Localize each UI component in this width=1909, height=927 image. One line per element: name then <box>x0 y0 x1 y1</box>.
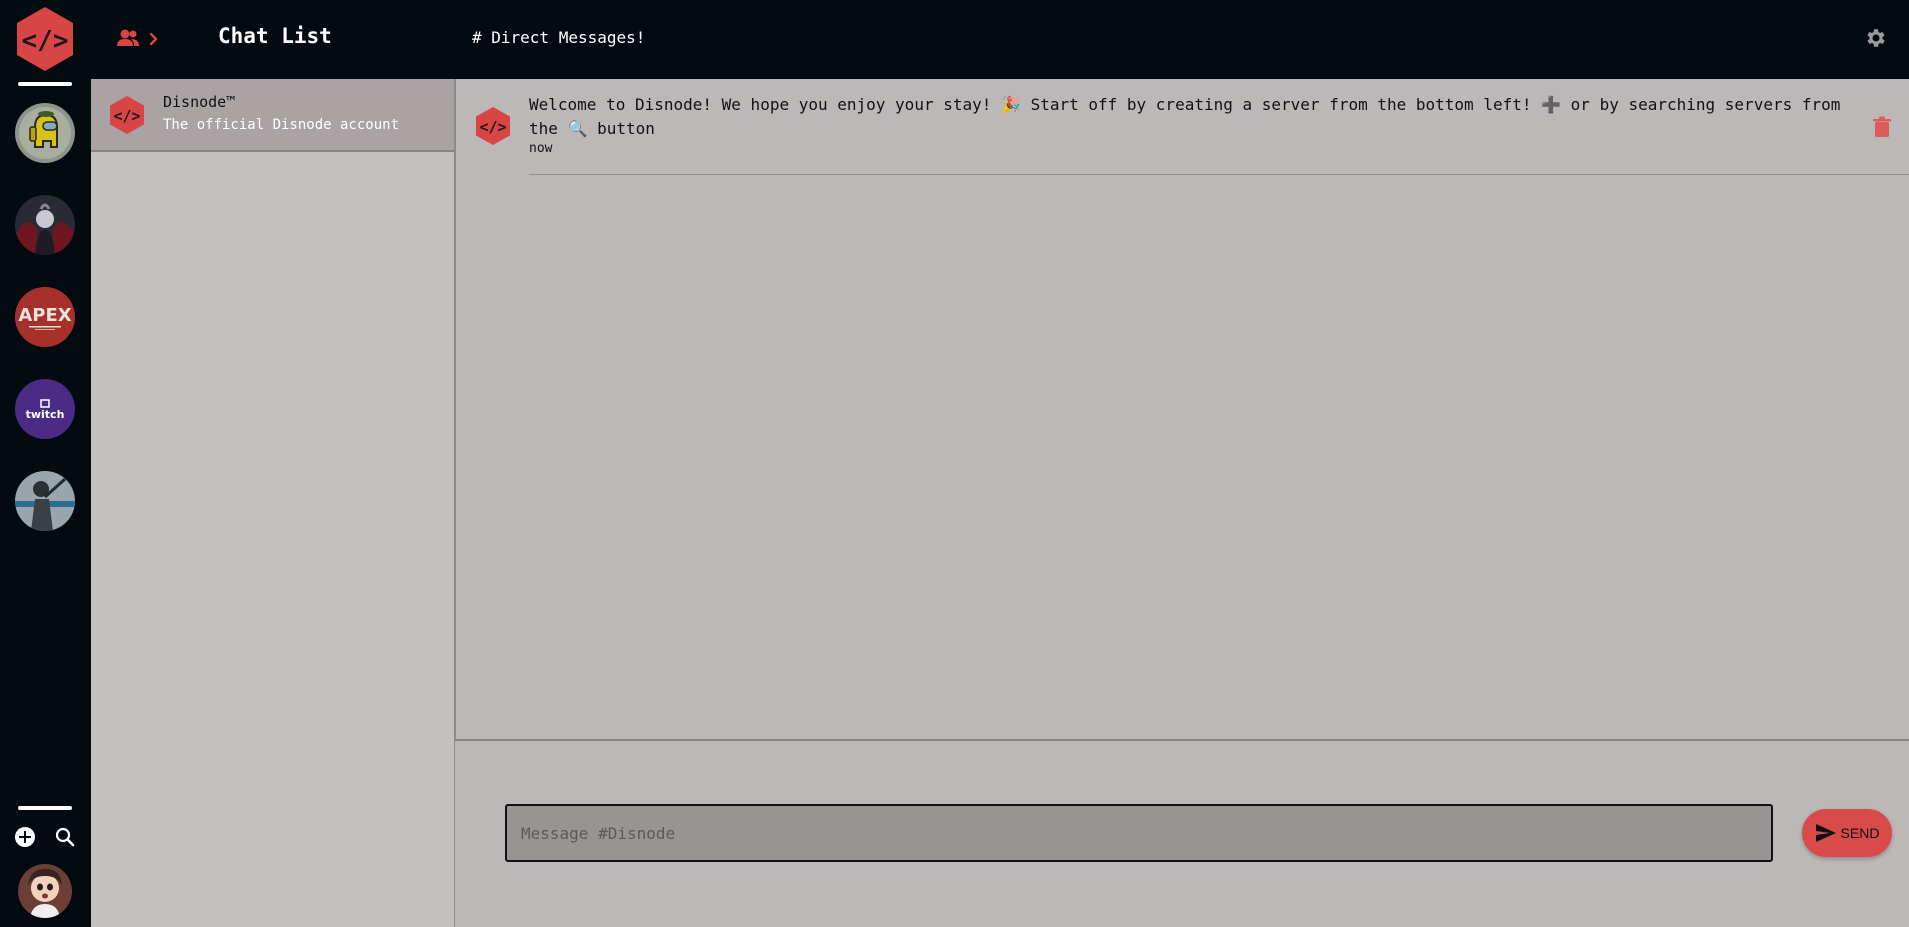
apex-logo-text: APEX <box>18 305 71 326</box>
people-icon <box>117 29 139 46</box>
among-us-icon <box>15 103 75 163</box>
anime-icon <box>15 471 75 531</box>
message-text-part: Start off by creating a server from the … <box>1020 95 1542 114</box>
friends-toggle-button[interactable] <box>117 28 163 50</box>
rail-divider <box>18 82 72 86</box>
message-item: </> Welcome to Disnode! We hope you enjo… <box>456 79 1909 175</box>
channel-title: # Direct Messages! <box>472 28 646 47</box>
plus-emoji: ➕ <box>1541 95 1562 114</box>
svg-text:</>: </> <box>479 118 506 136</box>
plus-circle-icon[interactable] <box>14 826 36 848</box>
search-emoji: 🔍 <box>567 119 588 138</box>
user-avatar[interactable] <box>18 864 72 918</box>
svg-text:</>: </> <box>22 26 69 56</box>
dm-subtitle: The official Disnode account <box>163 117 400 133</box>
twitch-logo-text: twitch <box>26 408 65 421</box>
rail-divider-bottom <box>18 806 72 810</box>
svg-text:</>: </> <box>113 107 140 125</box>
chevron-right-icon <box>149 32 158 46</box>
send-label: SEND <box>1840 825 1880 841</box>
code-brackets-hexagon-icon[interactable]: </> <box>15 6 75 72</box>
send-icon <box>1815 824 1836 842</box>
dark-art-icon <box>15 195 75 255</box>
chat-list-header: Chat List <box>91 0 455 79</box>
party-emoji: 🎉 <box>1001 95 1021 114</box>
trash-icon[interactable] <box>1872 116 1892 138</box>
composer-divider <box>455 739 1909 741</box>
dm-item-disnode[interactable]: </> Disnode™ The official Disnode accoun… <box>91 79 454 152</box>
message-timestamp: now <box>529 141 553 156</box>
server-among-us[interactable] <box>15 103 75 163</box>
disnode-avatar-icon: </> <box>110 96 144 134</box>
chat-list: </> Disnode™ The official Disnode accoun… <box>91 79 455 927</box>
channel-header: # Direct Messages! <box>455 0 1909 79</box>
server-dark-art[interactable] <box>15 195 75 255</box>
message-list: </> Welcome to Disnode! We hope you enjo… <box>455 79 1909 739</box>
server-twitch[interactable]: twitch <box>15 379 75 439</box>
search-icon[interactable] <box>54 826 76 848</box>
server-rail: </> APEX twitch <box>0 0 91 927</box>
apex-legends-icon: APEX <box>15 287 75 347</box>
message-text-part: Welcome to Disnode! We hope you enjoy yo… <box>529 95 1002 114</box>
server-apex-legends[interactable]: APEX <box>15 287 75 347</box>
disnode-avatar-icon: </> <box>476 107 510 145</box>
twitch-icon: twitch <box>15 379 75 439</box>
message-divider <box>529 174 1909 175</box>
message-text-part: button <box>587 119 655 138</box>
chat-list-title: Chat List <box>218 24 332 48</box>
server-anime[interactable] <box>15 471 75 531</box>
gear-icon[interactable] <box>1863 26 1887 50</box>
message-text: Welcome to Disnode! We hope you enjoy yo… <box>529 93 1859 141</box>
send-button[interactable]: SEND <box>1802 809 1892 857</box>
dm-name: Disnode™ <box>163 93 236 111</box>
message-input[interactable] <box>505 804 1773 862</box>
